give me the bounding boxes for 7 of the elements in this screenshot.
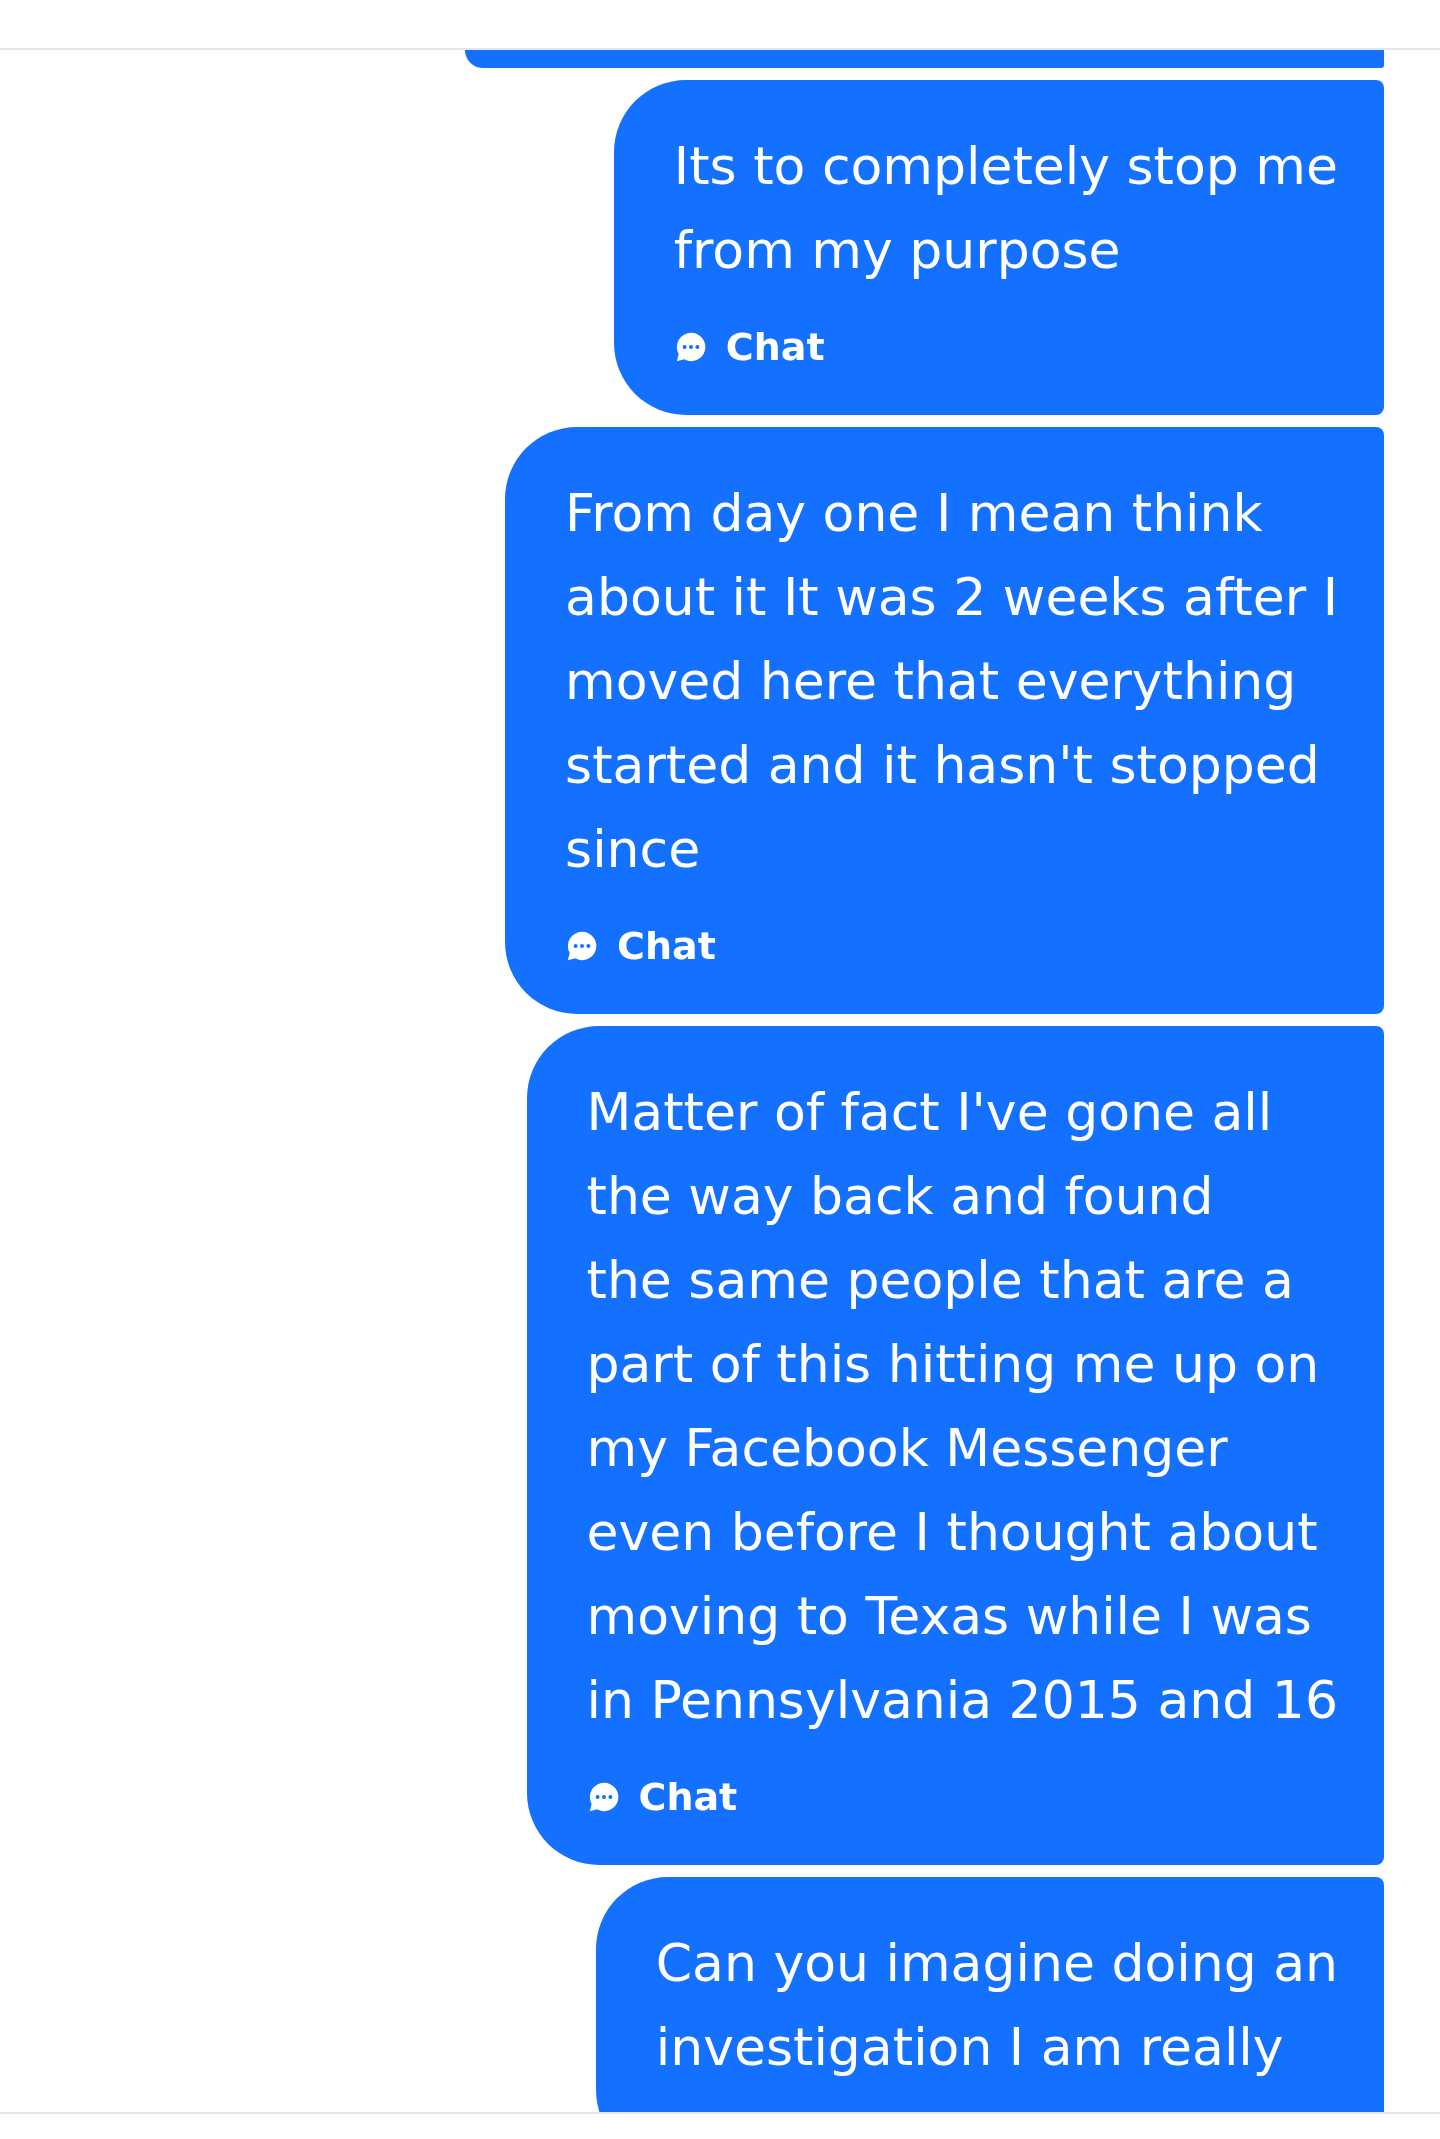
source-label: Chat	[725, 325, 825, 369]
message-text: Matter of fact I've gone all the way back and found the same people that are a part of this hitting me up on my Facebook Messenger even before I thought about moving to Texas while I was in Pennsylvania 2015 and 16	[586, 1081, 1338, 1732]
source-label: Chat	[617, 924, 716, 968]
source-label: Chat	[638, 1775, 738, 1819]
message-text: Can you imagine doing an investigation I am really	[655, 1932, 1338, 2079]
message-text: Its to completely stop me from my purpose	[673, 135, 1338, 282]
message-text: From day one I mean think about it It was 2 weeks after I moved here that everything started and it hasn't stopped since	[565, 482, 1338, 881]
